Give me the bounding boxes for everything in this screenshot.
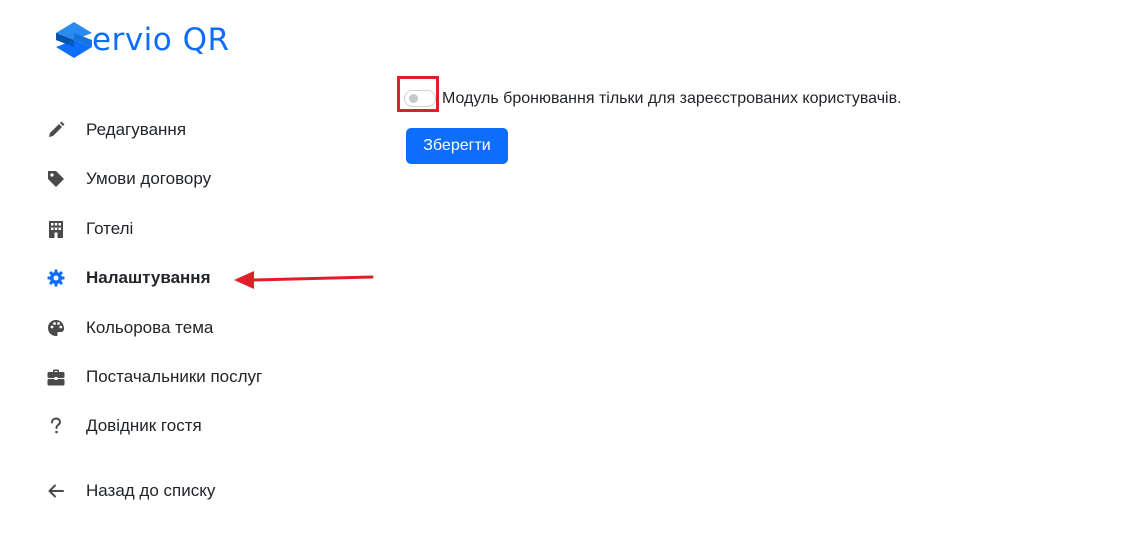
arrow-left-icon (46, 481, 66, 501)
sidebar-item-label: Кольорова тема (86, 318, 214, 337)
sidebar-item-service-providers[interactable]: Постачальники послуг (46, 364, 262, 390)
sidebar-item-label: Довідник гостя (86, 416, 202, 435)
servio-logo-icon (56, 22, 92, 58)
briefcase-icon (46, 367, 66, 387)
sidebar-item-label: Готелі (86, 219, 134, 238)
save-button[interactable]: Зберегти (406, 128, 508, 164)
back-to-list-link[interactable]: Назад до списку (46, 478, 215, 504)
building-icon (46, 219, 66, 239)
gear-icon (46, 268, 66, 288)
sidebar-item-settings[interactable]: Налаштування (46, 265, 211, 291)
sidebar-item-hotels[interactable]: Готелі (46, 216, 133, 242)
booking-registered-only-toggle[interactable] (404, 90, 436, 107)
sidebar-item-label: Налаштування (86, 268, 211, 287)
brand-name: ervio QR (92, 22, 230, 58)
pencil-icon (46, 120, 66, 140)
palette-icon (46, 318, 66, 338)
sidebar-item-editing[interactable]: Редагування (46, 117, 186, 143)
sidebar-item-label: Умови договору (86, 169, 212, 188)
sidebar-item-contract-terms[interactable]: Умови договору (46, 166, 211, 192)
sidebar-item-guest-guide[interactable]: Довідник гостя (46, 413, 202, 439)
tag-icon (46, 169, 66, 189)
sidebar-item-label: Редагування (86, 120, 187, 139)
sidebar-item-color-theme[interactable]: Кольорова тема (46, 315, 213, 341)
back-link-label: Назад до списку (86, 481, 216, 500)
toggle-knob (409, 94, 418, 103)
annotation-arrow-icon (234, 271, 374, 289)
question-icon (46, 416, 66, 436)
sidebar-item-label: Постачальники послуг (86, 367, 263, 386)
booking-toggle-label: Модуль бронювання тільки для зареєстрова… (442, 90, 902, 107)
logo: ervio QR (54, 20, 230, 60)
